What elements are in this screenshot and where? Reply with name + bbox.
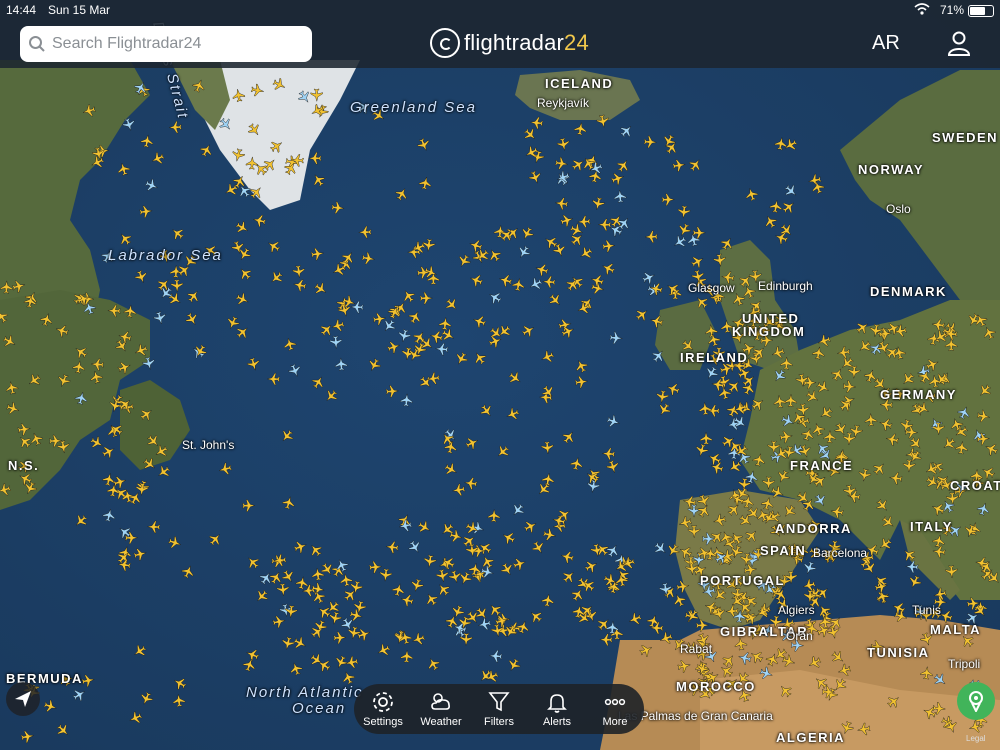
user-icon[interactable] xyxy=(946,30,972,56)
more-label: More xyxy=(602,716,628,728)
map-label: TUNISIA xyxy=(867,645,930,660)
map-label: SWEDEN xyxy=(932,130,999,145)
settings-label: Settings xyxy=(363,716,403,728)
map-label: ALGERIA xyxy=(776,730,845,745)
alerts-button[interactable]: Alerts xyxy=(530,690,584,728)
map-label: Tripoli xyxy=(948,657,981,671)
map-label: GERMANY xyxy=(880,387,957,402)
map-label: Oslo xyxy=(886,202,911,216)
map-label: Edinburgh xyxy=(758,279,813,293)
map-label: Glasgow xyxy=(688,281,735,295)
more-icon xyxy=(604,698,626,706)
filter-icon xyxy=(488,692,510,712)
logo-name: flightradar xyxy=(464,30,565,55)
map-label: IRELAND xyxy=(680,350,749,365)
map-label: NORWAY xyxy=(858,162,925,177)
flight-map[interactable] xyxy=(0,0,1000,750)
map-label: SPAIN xyxy=(760,543,807,558)
map-label: CROATIA xyxy=(950,478,1000,493)
ar-button[interactable]: AR xyxy=(872,32,900,55)
search-placeholder: Search Flightradar24 xyxy=(52,35,202,52)
more-button[interactable]: More xyxy=(588,690,642,728)
map-label: Oran xyxy=(786,629,813,643)
status-bar: 14:44 Sun 15 Mar 71% xyxy=(0,0,1000,20)
filters-button[interactable]: Filters xyxy=(472,690,526,728)
map-label: KINGDOM xyxy=(732,324,806,339)
map-label: Tunis xyxy=(912,603,941,617)
map-label: MALTA xyxy=(930,622,982,637)
map-label: N.S. xyxy=(8,458,40,473)
bell-icon xyxy=(547,694,567,713)
search-icon xyxy=(29,36,45,52)
location-button[interactable] xyxy=(6,682,40,716)
map-label: Rabat xyxy=(680,642,713,656)
map-label: MOROCCO xyxy=(676,679,756,694)
location-arrow-icon xyxy=(15,691,31,707)
wifi-icon xyxy=(914,3,930,15)
logo-number: 24 xyxy=(564,30,589,55)
filters-label: Filters xyxy=(484,716,514,728)
bottom-toolbar: Settings Weather Filters Alerts More xyxy=(354,684,644,734)
alerts-label: Alerts xyxy=(542,716,572,728)
battery-percentage: 71% xyxy=(939,3,964,17)
settings-button[interactable]: Settings xyxy=(356,690,410,728)
status-time: 14:44 xyxy=(6,3,37,17)
radar-logo-icon xyxy=(430,28,460,58)
map-label: North Atlantic xyxy=(246,684,364,701)
battery-icon xyxy=(968,5,994,17)
app-logo: flightradar24 xyxy=(430,28,589,58)
gear-icon xyxy=(373,692,393,712)
map-label: St. John's xyxy=(182,438,235,452)
weather-button[interactable]: Weather xyxy=(414,690,468,728)
map-label: Labrador Sea xyxy=(108,247,223,264)
map-label: ITALY xyxy=(910,519,953,534)
map-label: Reykjavík xyxy=(537,96,590,110)
map-label: Barcelona xyxy=(813,546,868,560)
location-pin-icon xyxy=(969,691,983,712)
map-label: ANDORRA xyxy=(775,521,852,536)
map-label: Ocean xyxy=(292,700,347,717)
status-date: Sun 15 Mar xyxy=(48,3,111,17)
map-label: DENMARK xyxy=(870,284,947,299)
map-label: FRANCE xyxy=(790,458,854,473)
weather-icon xyxy=(431,693,450,710)
weather-label: Weather xyxy=(420,716,462,728)
legal-link[interactable]: Legal xyxy=(966,734,986,743)
ar-view-button[interactable] xyxy=(957,682,995,720)
search-bar[interactable]: Search Flightradar24 xyxy=(20,26,312,62)
map-label: ICELAND xyxy=(545,76,614,91)
map-label: Greenland Sea xyxy=(350,99,477,116)
map-label: Algiers xyxy=(778,603,815,617)
map-label: PORTUGAL xyxy=(700,573,785,588)
